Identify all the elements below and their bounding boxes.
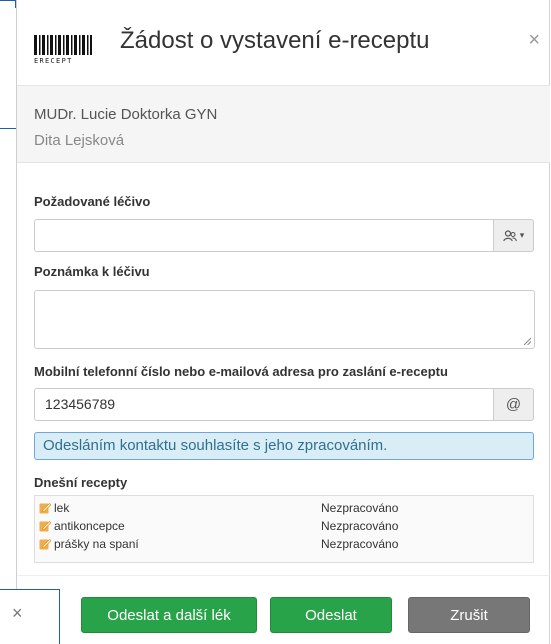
note-textarea[interactable] [34, 290, 535, 349]
resize-handle-icon[interactable] [523, 337, 531, 345]
close-icon[interactable]: × [12, 604, 23, 622]
edit-icon[interactable] [39, 502, 51, 514]
recipe-row: prášky na spaní Nezpracováno [35, 535, 535, 553]
drug-input[interactable] [34, 219, 494, 252]
recipe-name: antikoncepce [54, 519, 125, 533]
note-label: Poznámka k léčivu [34, 264, 150, 279]
consent-notice: Odesláním kontaktu souhlasíte s jeho zpr… [34, 432, 534, 460]
at-sign-icon: @ [493, 388, 534, 421]
logo-text: ERECEPT [34, 57, 73, 65]
erecept-logo: ERECEPT [34, 35, 92, 65]
barcode-icon [34, 35, 92, 55]
recipe-status: Nezpracováno [321, 501, 399, 515]
contact-label: Mobilní telefonní číslo nebo e-mailová a… [34, 364, 448, 379]
close-icon[interactable]: × [528, 30, 540, 50]
erecept-request-modal: ERECEPT Žádost o vystavení e-receptu × M… [16, 0, 550, 644]
background-frame-line [0, 128, 16, 129]
recipe-status: Nezpracováno [321, 537, 399, 551]
users-icon [502, 229, 517, 241]
background-panel: × [0, 589, 60, 644]
recipe-status: Nezpracováno [321, 519, 399, 533]
background-frame-line [0, 0, 16, 1]
drug-label: Požadované léčivo [34, 194, 151, 209]
doctor-name: MUDr. Lucie Doktorka GYN [34, 106, 218, 123]
edit-icon[interactable] [39, 520, 51, 532]
drug-addon-button[interactable]: ▾ [493, 219, 534, 252]
recipe-name: prášky na spaní [54, 537, 139, 551]
send-button[interactable]: Odeslat [270, 597, 392, 633]
send-and-next-button[interactable]: Odeslat a další lék [81, 597, 257, 633]
footer-divider [17, 575, 550, 576]
edit-icon[interactable] [39, 538, 51, 550]
contact-input[interactable]: 123456789 [34, 388, 494, 421]
modal-title: Žádost o vystavení e-receptu [120, 27, 430, 54]
recipe-row: antikoncepce Nezpracováno [35, 517, 535, 535]
caret-down-icon: ▾ [519, 230, 525, 240]
patient-name: Dita Lejsková [34, 132, 125, 149]
recipes-title: Dnešní recepty [34, 475, 128, 490]
patient-info-box: MUDr. Lucie Doktorka GYN Dita Lejsková [17, 86, 550, 163]
recipe-name: lek [54, 501, 70, 515]
cancel-button[interactable]: Zrušit [408, 597, 530, 633]
recipes-table: lek Nezpracováno antikoncepce Nezpracová… [34, 495, 534, 563]
recipe-row: lek Nezpracováno [35, 499, 535, 517]
modal-header: ERECEPT Žádost o vystavení e-receptu × [17, 0, 550, 86]
